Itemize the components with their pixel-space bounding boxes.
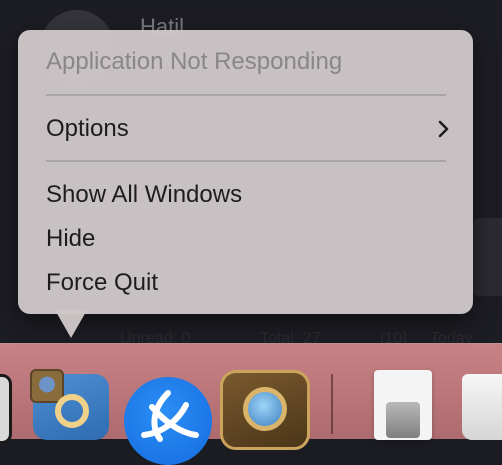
menu-separator bbox=[46, 94, 446, 96]
dock bbox=[0, 343, 502, 465]
menu-item-hide[interactable]: Hide bbox=[28, 219, 463, 259]
menu-item-label: Options bbox=[46, 115, 129, 142]
battlenet-glyph-icon bbox=[141, 390, 199, 442]
menu-item-label: Force Quit bbox=[46, 269, 159, 296]
swirl-icon bbox=[55, 394, 89, 428]
menu-header-status: Application Not Responding bbox=[46, 48, 343, 75]
dock-divider bbox=[331, 374, 333, 434]
menu-item-force-quit[interactable]: Force Quit bbox=[28, 263, 463, 303]
disk-utility-icon[interactable] bbox=[366, 370, 440, 440]
hearthstone-icon[interactable] bbox=[220, 370, 310, 450]
hearthstone-launcher-icon[interactable] bbox=[30, 369, 109, 440]
menu-item-show-all-windows[interactable]: Show All Windows bbox=[28, 175, 463, 215]
chevron-right-icon bbox=[438, 120, 449, 138]
drive-icon bbox=[386, 402, 420, 438]
side-panel bbox=[472, 218, 502, 296]
menu-item-options[interactable]: Options bbox=[28, 109, 463, 149]
menu-separator bbox=[46, 160, 446, 162]
menu-item-label: Hide bbox=[46, 225, 96, 252]
hearthstone-badge-icon bbox=[30, 369, 64, 403]
trash-icon[interactable] bbox=[462, 374, 502, 440]
battlenet-icon[interactable] bbox=[124, 377, 212, 465]
menu-pointer bbox=[55, 310, 87, 338]
hearthstone-gem-icon bbox=[243, 387, 287, 431]
app-context-menu: Application Not Responding Options Show … bbox=[18, 30, 473, 314]
menu-item-label: Show All Windows bbox=[46, 181, 243, 208]
app-partial-icon[interactable] bbox=[0, 374, 12, 444]
